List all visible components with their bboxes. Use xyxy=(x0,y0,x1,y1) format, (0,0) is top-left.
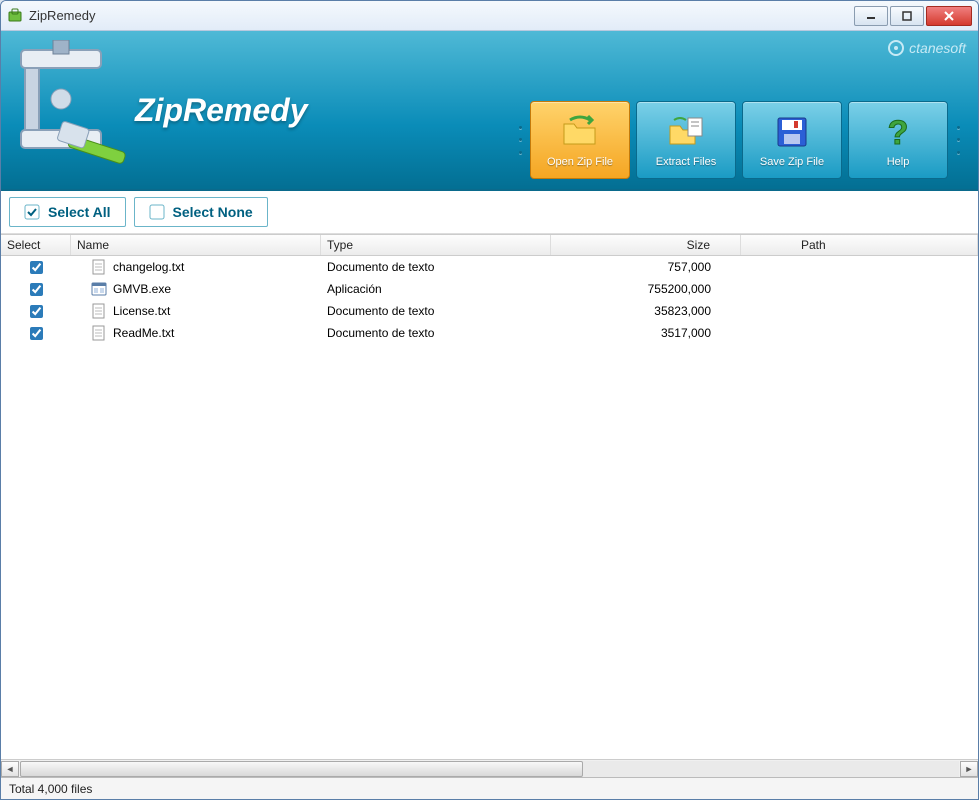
select-all-label: Select All xyxy=(48,204,111,220)
banner: ZipRemedy ctanesoft Open Zip File Extract… xyxy=(1,31,978,191)
banner-btn-label: Extract Files xyxy=(656,156,717,168)
window-title: ZipRemedy xyxy=(29,8,852,23)
select-all-icon xyxy=(24,204,40,220)
titlebar[interactable]: ZipRemedy xyxy=(1,1,978,31)
scroll-thumb[interactable] xyxy=(20,761,583,777)
app-icon xyxy=(7,8,23,24)
banner-buttons: Open Zip File Extract Files Save Zip File?… xyxy=(516,101,962,179)
file-size: 3517,000 xyxy=(551,326,741,340)
company-logo: ctanesoft xyxy=(887,39,966,57)
window-controls xyxy=(852,6,972,26)
status-text: Total 4,000 files xyxy=(9,782,92,796)
company-name: ctanesoft xyxy=(909,40,966,56)
banner-btn-label: Save Zip File xyxy=(760,156,824,168)
row-checkbox[interactable] xyxy=(30,283,43,296)
column-header-path[interactable]: Path xyxy=(741,235,978,255)
close-button[interactable] xyxy=(926,6,972,26)
grip-left[interactable] xyxy=(516,101,524,179)
app-window: ZipRemedy ZipRemedy xyxy=(0,0,979,800)
file-grid[interactable]: changelog.txtDocumento de texto757,000GM… xyxy=(1,256,978,759)
column-header-name[interactable]: Name xyxy=(71,235,321,255)
scroll-right-button[interactable]: ► xyxy=(960,761,978,777)
row-checkbox[interactable] xyxy=(30,305,43,318)
file-exe-icon xyxy=(91,281,107,297)
statusbar: Total 4,000 files xyxy=(1,777,978,799)
column-header-size[interactable]: Size xyxy=(551,235,741,255)
banner-btn-extract-files[interactable]: Extract Files xyxy=(636,101,736,179)
banner-left: ZipRemedy xyxy=(1,31,461,189)
select-none-button[interactable]: Select None xyxy=(134,197,268,227)
file-text-icon xyxy=(91,259,107,275)
file-type: Aplicación xyxy=(321,282,551,296)
select-none-icon xyxy=(149,204,165,220)
file-name: changelog.txt xyxy=(113,260,184,274)
scroll-track[interactable] xyxy=(20,761,959,777)
horizontal-scrollbar[interactable]: ◄ ► xyxy=(1,759,978,777)
file-size: 35823,000 xyxy=(551,304,741,318)
banner-btn-label: Open Zip File xyxy=(547,156,613,168)
clamp-hammer-art xyxy=(11,40,131,180)
row-checkbox[interactable] xyxy=(30,327,43,340)
banner-title: ZipRemedy xyxy=(135,92,307,129)
file-type: Documento de texto xyxy=(321,304,551,318)
open-folder-icon xyxy=(560,112,600,152)
minimize-button[interactable] xyxy=(854,6,888,26)
column-header-type[interactable]: Type xyxy=(321,235,551,255)
scroll-left-button[interactable]: ◄ xyxy=(1,761,19,777)
maximize-button[interactable] xyxy=(890,6,924,26)
table-row[interactable]: ReadMe.txt Documento de texto3517,000 xyxy=(1,322,978,344)
help-icon: ? xyxy=(878,112,918,152)
save-icon xyxy=(772,112,812,152)
file-type: Documento de texto xyxy=(321,326,551,340)
svg-text:?: ? xyxy=(888,114,909,152)
table-row[interactable]: License.txt Documento de texto35823,000 xyxy=(1,300,978,322)
file-name: ReadMe.txt xyxy=(113,326,174,340)
file-type: Documento de texto xyxy=(321,260,551,274)
banner-btn-label: Help xyxy=(887,156,910,168)
file-text-icon xyxy=(91,303,107,319)
row-checkbox[interactable] xyxy=(30,261,43,274)
banner-btn-help[interactable]: ? Help xyxy=(848,101,948,179)
banner-btn-save-zip-file[interactable]: Save Zip File xyxy=(742,101,842,179)
file-name: License.txt xyxy=(113,304,170,318)
select-all-button[interactable]: Select All xyxy=(9,197,126,227)
selection-toolbar: Select All Select None xyxy=(1,191,978,234)
select-none-label: Select None xyxy=(173,204,253,220)
extract-icon xyxy=(666,112,706,152)
grip-right[interactable] xyxy=(954,101,962,179)
file-size: 755200,000 xyxy=(551,282,741,296)
file-name: GMVB.exe xyxy=(113,282,171,296)
file-size: 757,000 xyxy=(551,260,741,274)
table-row[interactable]: GMVB.exe Aplicación755200,000 xyxy=(1,278,978,300)
column-header-select[interactable]: Select xyxy=(1,235,71,255)
table-row[interactable]: changelog.txt Documento de texto757,000 xyxy=(1,256,978,278)
file-text-icon xyxy=(91,325,107,341)
grid-header: Select Name Type Size Path xyxy=(1,234,978,256)
banner-btn-open-zip-file[interactable]: Open Zip File xyxy=(530,101,630,179)
